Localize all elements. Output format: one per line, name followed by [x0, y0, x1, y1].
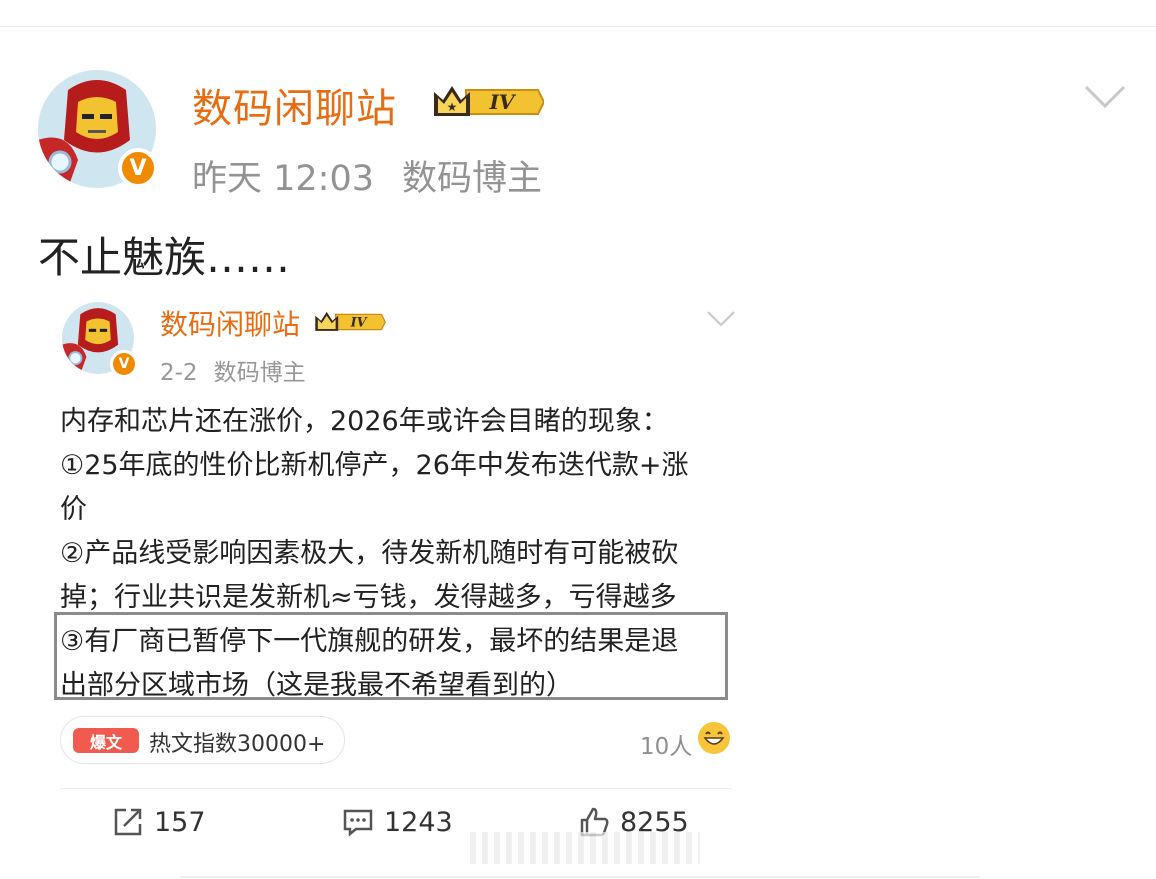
- level-text: IV: [489, 90, 517, 114]
- hot-badge-label: 爆文: [89, 732, 122, 752]
- repost-icon: [114, 808, 142, 836]
- post-text: 不止魅族……: [38, 233, 291, 282]
- comment-count: 1243: [384, 806, 453, 838]
- reaction-count[interactable]: 10人: [640, 727, 692, 761]
- comment-button[interactable]: 1243: [342, 806, 453, 838]
- repost-button[interactable]: 157: [112, 806, 206, 838]
- watermark-overlay: [470, 832, 700, 864]
- body-line: ②产品线受影响因素极大，待发新机随时有可能被砍: [60, 538, 679, 569]
- card-divider: [60, 788, 732, 789]
- comment-icon: [343, 809, 373, 837]
- chevron-down-icon[interactable]: [1084, 84, 1126, 114]
- bottom-divider: [180, 876, 980, 878]
- repost-meta: 2-2 数码博主: [160, 353, 306, 387]
- crown-level-icon[interactable]: IV: [312, 308, 386, 340]
- crown-level-icon[interactable]: ★ IV: [430, 80, 546, 128]
- verified-v-icon: V: [118, 148, 158, 188]
- verified-v-icon: V: [110, 350, 138, 378]
- body-line: 内存和芯片还在涨价，2026年或许会目睹的现象：: [60, 406, 669, 437]
- hot-badge: 爆文: [73, 728, 139, 753]
- hot-index-text: 热文指数30000+: [149, 732, 326, 757]
- author-name[interactable]: 数码闲聊站: [192, 76, 397, 134]
- level-text: IV: [350, 314, 368, 329]
- repost-count: 157: [154, 806, 206, 838]
- top-divider: [0, 26, 1156, 27]
- grin-emoji-icon[interactable]: [698, 722, 730, 754]
- body-line: ①25年底的性价比新机停产，26年中发布迭代款+涨: [60, 450, 689, 481]
- chevron-down-icon[interactable]: [706, 310, 736, 332]
- post-source: 数码博主: [402, 159, 543, 199]
- post-time: 昨天 12:03: [192, 159, 374, 199]
- highlight-box: [54, 612, 728, 700]
- svg-text:★: ★: [447, 100, 458, 114]
- repost-author-name[interactable]: 数码闲聊站: [160, 303, 300, 343]
- hot-article-pill[interactable]: 爆文 热文指数30000+: [60, 716, 345, 764]
- repost-source: 数码博主: [213, 360, 306, 386]
- repost-time: 2-2: [160, 360, 198, 386]
- body-line: 价: [60, 494, 87, 525]
- post-meta: 昨天 12:03 数码博主: [192, 150, 542, 201]
